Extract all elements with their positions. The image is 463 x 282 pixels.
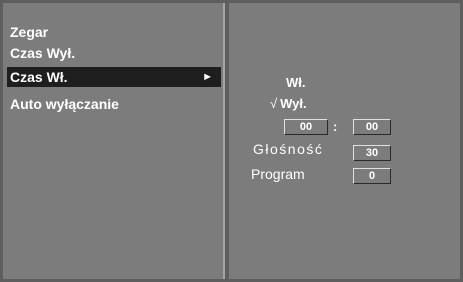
- option-off-label: Wył.: [280, 96, 307, 111]
- menu-item-on-time[interactable]: Czas Wł. ►: [7, 67, 221, 87]
- program-label: Program: [251, 166, 305, 182]
- check-icon: √: [270, 96, 278, 111]
- option-on[interactable]: Wł.: [286, 75, 306, 91]
- arrow-right-icon: ►: [202, 71, 213, 83]
- program-field[interactable]: 0: [353, 168, 391, 184]
- osd-frame: Zegar Czas Wył. Czas Wł. ► Auto wyłączan…: [0, 0, 463, 282]
- menu-item-label: Czas Wył.: [10, 45, 76, 61]
- on-time-submenu: Wł. √ Wył. 00 : 00 Głośność 30 Program 0: [229, 3, 460, 279]
- option-off[interactable]: √ Wył.: [270, 96, 307, 112]
- volume-label: Głośność: [253, 141, 324, 157]
- volume-field[interactable]: 30: [353, 145, 391, 161]
- menu-item-label: Czas Wł.: [10, 69, 68, 85]
- minute-field[interactable]: 00: [353, 119, 391, 135]
- menu-item-auto-off[interactable]: Auto wyłączanie: [7, 94, 221, 114]
- time-separator: :: [333, 119, 338, 134]
- menu-item-clock[interactable]: Zegar: [7, 22, 221, 42]
- menu-item-label: Zegar: [10, 24, 49, 40]
- timer-menu: Zegar Czas Wył. Czas Wł. ► Auto wyłączan…: [3, 3, 225, 279]
- menu-item-off-time[interactable]: Czas Wył.: [7, 43, 221, 63]
- hour-field[interactable]: 00: [284, 119, 328, 135]
- option-on-label: Wł.: [286, 75, 306, 90]
- menu-item-label: Auto wyłączanie: [10, 96, 119, 112]
